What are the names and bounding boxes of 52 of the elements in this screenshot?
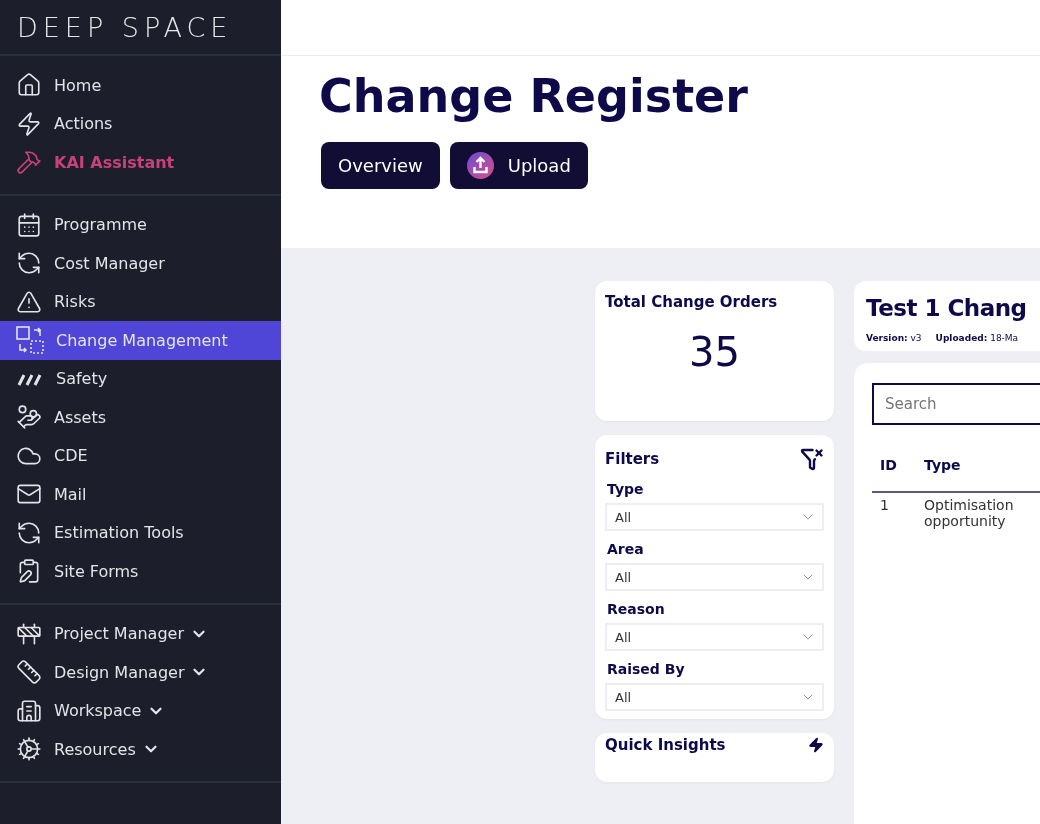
- sidebar-item[interactable]: CDE: [0, 436, 281, 475]
- sidebar-item[interactable]: Assets: [0, 398, 281, 437]
- building-icon: [16, 697, 42, 724]
- hand-coins-icon: [16, 404, 42, 431]
- filter-label: Reason: [607, 601, 666, 617]
- filter-dropdown[interactable]: All: [605, 563, 824, 591]
- sidebar-item[interactable]: Programme: [0, 205, 281, 244]
- gear-icon: [16, 736, 42, 763]
- home-icon: [16, 72, 42, 99]
- ruler-icon: [16, 659, 42, 686]
- sidebar-item[interactable]: Site Forms: [0, 552, 281, 591]
- lightning-icon: [16, 110, 42, 137]
- search-field[interactable]: Search: [872, 383, 1040, 425]
- page-title: Change Register: [319, 68, 749, 125]
- table-cell-text: 1: [879, 496, 890, 515]
- calendar-icon: [16, 211, 42, 238]
- column-header: ID: [872, 447, 916, 493]
- sidebar-item[interactable]: Resources: [0, 730, 281, 769]
- filter-label: Area: [607, 541, 645, 557]
- filter-dropdown[interactable]: All: [605, 623, 824, 651]
- clear-filter-icon[interactable]: [800, 447, 824, 471]
- meta-text: Version: v3: [866, 333, 922, 343]
- sidebar-item[interactable]: Safety: [0, 359, 281, 398]
- filter-dropdown[interactable]: All: [605, 503, 824, 531]
- swap-squares-icon: [16, 326, 44, 355]
- upload-button[interactable]: Upload: [449, 142, 588, 189]
- sidebar-item[interactable]: KAI Assistant: [0, 143, 281, 182]
- column-header: Type: [916, 447, 1040, 493]
- overview-button[interactable]: Overview: [321, 142, 440, 189]
- lightning-icon: [808, 737, 824, 753]
- sidebar-item[interactable]: Change Management: [0, 321, 281, 360]
- sidebar-item[interactable]: Actions: [0, 104, 281, 143]
- sidebar-item[interactable]: Project Manager: [0, 614, 281, 653]
- sidebar-item[interactable]: Home: [0, 66, 281, 105]
- register-title: Test 1 Chang: [866, 295, 1028, 321]
- sidebar-item[interactable]: Estimation Tools: [0, 513, 281, 552]
- table-cell-text: Optimisation opportunity: [923, 496, 1015, 531]
- sidebar-item[interactable]: Workspace: [0, 691, 281, 730]
- sidebar-item[interactable]: Design Manager: [0, 653, 281, 692]
- total-value: 35: [688, 329, 741, 375]
- meta-text: Uploaded: 18-Ma: [935, 333, 1019, 343]
- sidebar-item[interactable]: Mail: [0, 475, 281, 514]
- card-title: Quick Insights: [605, 736, 726, 754]
- filter-label: Type: [607, 481, 645, 497]
- sidebar-item[interactable]: Risks: [0, 282, 281, 321]
- filter-dropdown[interactable]: All: [605, 683, 824, 711]
- upload-icon: [466, 152, 494, 179]
- sidebar-item[interactable]: Cost Manager: [0, 244, 281, 283]
- card-title: Filters: [605, 450, 660, 468]
- hammer-icon: [16, 149, 42, 176]
- filter-label: Raised By: [607, 661, 686, 677]
- card-title: Total Change Orders: [605, 293, 779, 311]
